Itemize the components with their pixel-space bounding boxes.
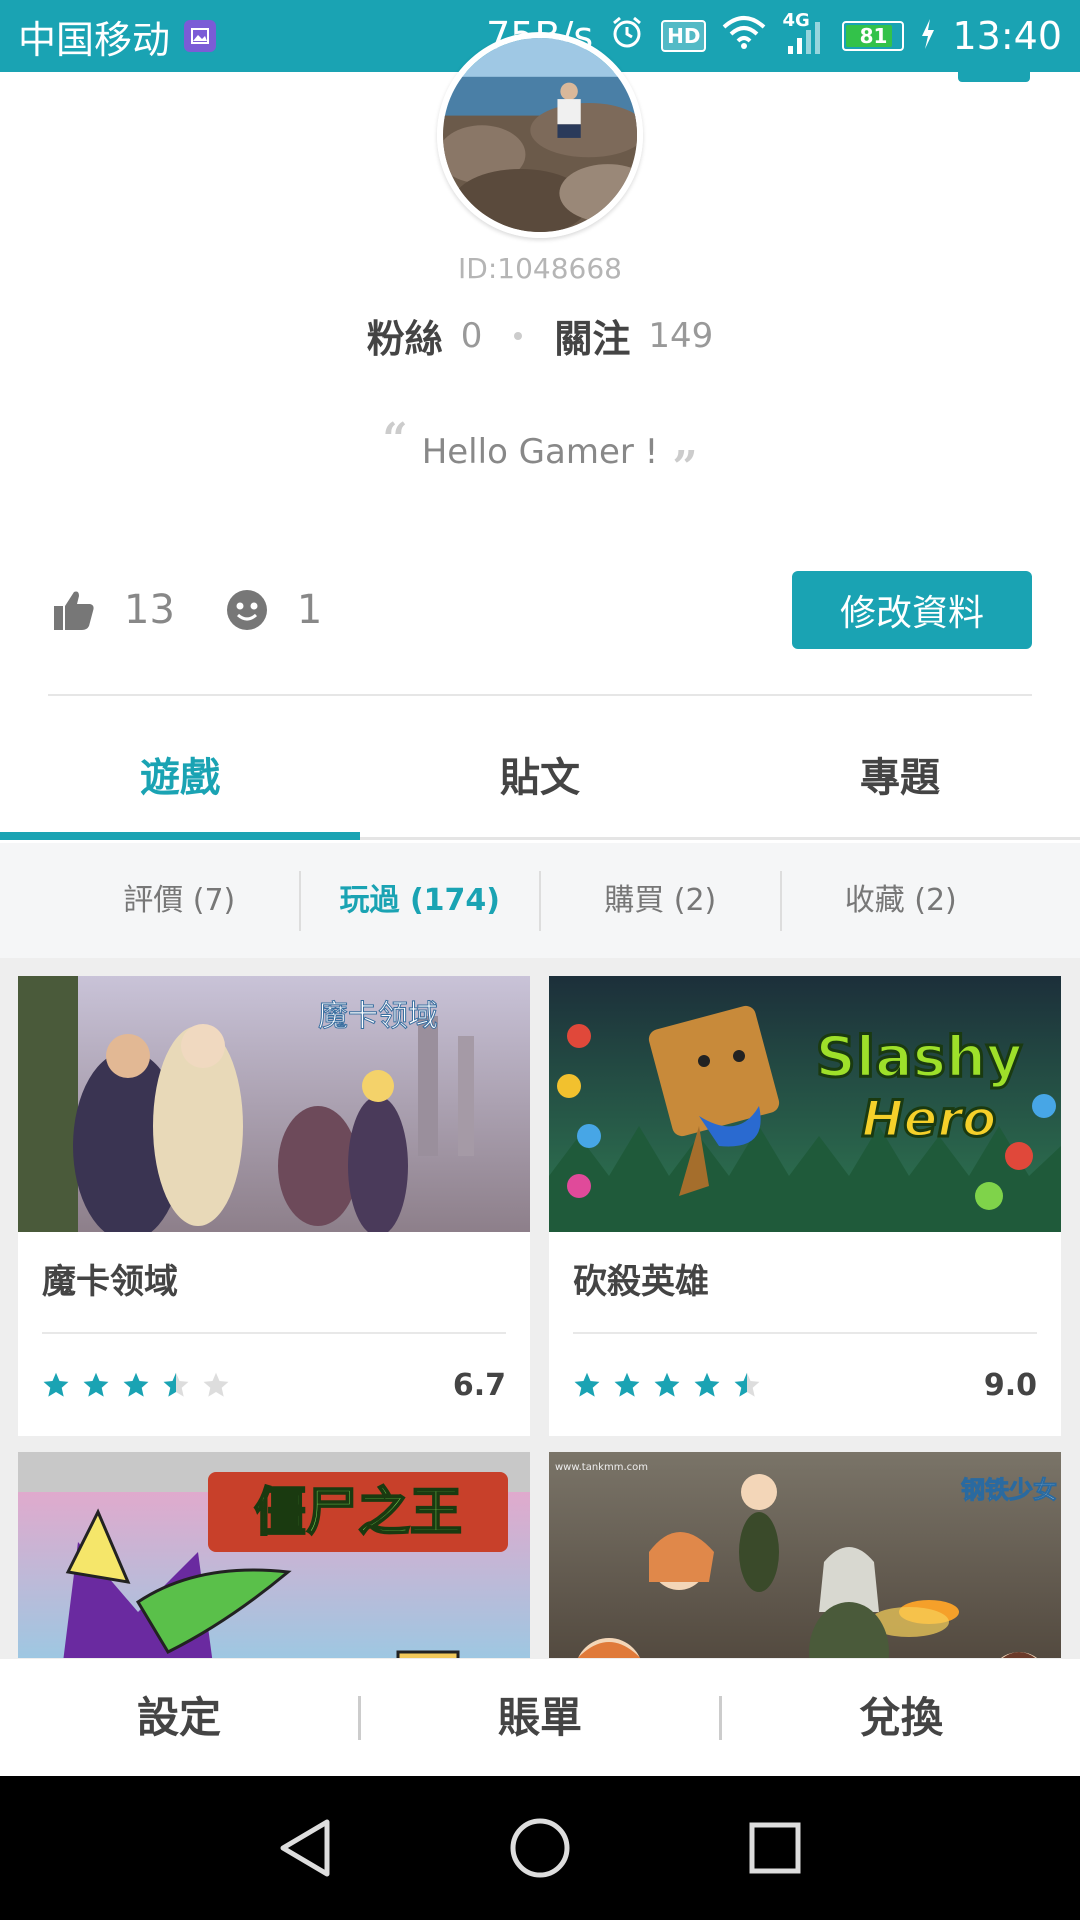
edit-profile-button[interactable]: 修改資料 — [792, 571, 1032, 649]
likes-counter[interactable]: 13 — [52, 587, 175, 633]
emoji-counter[interactable]: 1 — [225, 587, 322, 633]
star-icon — [654, 1372, 680, 1397]
level-badge[interactable] — [958, 72, 1030, 82]
thumb-title: 钢铁少女 — [961, 1475, 1057, 1504]
emoji-count: 1 — [296, 587, 323, 633]
subtab-played[interactable]: 玩過 (174) — [301, 870, 541, 931]
game-grid: 魔卡领域 魔卡领域 6.7 Slashy Hero 砍殺英雄 9.0 僵尸之王 … — [0, 958, 1080, 1658]
star-rating — [42, 1371, 230, 1399]
recents-icon[interactable] — [747, 1820, 803, 1876]
game-name: 砍殺英雄 — [573, 1262, 709, 1302]
game-score: 6.7 — [452, 1367, 506, 1403]
game-thumbnail: 魔卡领域 — [18, 976, 530, 1232]
close-quote-icon: ” — [672, 442, 698, 493]
tab-posts[interactable]: 貼文 — [360, 710, 720, 837]
subtab-purchased[interactable]: 購買 (2) — [541, 870, 782, 931]
subtab-reviews[interactable]: 評價 (7) — [60, 870, 301, 931]
likes-count: 13 — [124, 587, 175, 633]
game-rating: 6.7 — [18, 1334, 530, 1436]
profile-motto: “ Hello Gamer ! ” — [0, 414, 1080, 493]
star-icon — [43, 1372, 69, 1397]
charging-icon — [920, 14, 936, 58]
game-name: 魔卡领域 — [42, 1262, 178, 1302]
follow-stats: 粉絲 0 關注 149 — [0, 308, 1080, 363]
star-icon — [574, 1372, 600, 1397]
redeem-button[interactable]: 兌換 — [722, 1695, 1080, 1740]
thumb-subtitle: Hero — [862, 1090, 997, 1148]
alarm-icon — [609, 14, 645, 59]
thumb-title: Slashy — [815, 1025, 1022, 1090]
thumb-site: www.tankmm.com — [555, 1462, 648, 1473]
tab-topics[interactable]: 專題 — [720, 710, 1080, 837]
profile-actions: 13 1 修改資料 — [52, 570, 1032, 650]
thumbs-up-icon — [54, 591, 94, 630]
game-score: 9.0 — [983, 1367, 1037, 1403]
network-type: 4G — [782, 10, 810, 31]
system-nav-bar — [0, 1776, 1080, 1920]
star-icon — [83, 1372, 109, 1397]
carrier-name: 中国移动 — [18, 17, 171, 62]
battery-icon: 81 — [842, 21, 905, 51]
bill-button[interactable]: 賬單 — [361, 1695, 722, 1740]
stats-divider — [514, 331, 523, 340]
smiley-face-icon — [226, 590, 267, 630]
game-thumbnail: Slashy Hero — [549, 976, 1061, 1232]
user-id: ID:1048668 — [458, 252, 622, 285]
star-icon — [734, 1372, 760, 1397]
game-card[interactable]: Slashy Hero 砍殺英雄 9.0 — [549, 976, 1061, 1436]
main-tabs: 遊戲 貼文 專題 — [0, 710, 1080, 840]
game-filter-tabs: 評價 (7) 玩過 (174) 購買 (2) 收藏 (2) — [0, 843, 1080, 958]
follow-label[interactable]: 關注 — [554, 308, 630, 363]
divider — [48, 694, 1032, 696]
game-card[interactable]: 僵尸之王 — [18, 1452, 530, 1658]
game-card[interactable]: 魔卡领域 魔卡领域 6.7 — [18, 976, 530, 1436]
bottom-menu: 設定 賬單 兌換 — [0, 1658, 1080, 1776]
fans-count[interactable]: 0 — [461, 316, 483, 356]
tab-games[interactable]: 遊戲 — [0, 710, 360, 840]
wifi-icon — [722, 14, 766, 58]
home-icon[interactable] — [508, 1816, 572, 1880]
star-rating — [573, 1371, 761, 1399]
star-icon — [203, 1372, 229, 1397]
star-icon — [614, 1372, 640, 1397]
star-icon — [163, 1372, 189, 1397]
star-icon — [123, 1372, 149, 1397]
signal-icon: 4G — [782, 10, 826, 56]
thumb-title: 僵尸之王 — [254, 1483, 462, 1543]
thumb-title: 魔卡领域 — [318, 999, 438, 1034]
avatar[interactable] — [437, 32, 643, 238]
follow-count[interactable]: 149 — [648, 316, 713, 356]
hd-icon: HD — [661, 20, 707, 52]
clock: 13:40 — [952, 14, 1062, 58]
back-icon[interactable] — [277, 1818, 333, 1878]
open-quote-icon: “ — [382, 414, 408, 465]
game-thumbnail: 僵尸之王 — [18, 1452, 530, 1658]
game-thumbnail: www.tankmm.com 钢铁少女 — [549, 1452, 1061, 1658]
gallery-notification-icon — [184, 20, 217, 52]
subtab-favorites[interactable]: 收藏 (2) — [782, 871, 1021, 931]
game-rating: 9.0 — [549, 1334, 1061, 1436]
star-icon — [694, 1372, 720, 1397]
settings-button[interactable]: 設定 — [0, 1695, 361, 1740]
fans-label[interactable]: 粉絲 — [367, 308, 443, 363]
game-card[interactable]: www.tankmm.com 钢铁少女 — [549, 1452, 1061, 1658]
motto-text: Hello Gamer ! — [421, 432, 659, 472]
battery-level: 81 — [859, 24, 888, 48]
